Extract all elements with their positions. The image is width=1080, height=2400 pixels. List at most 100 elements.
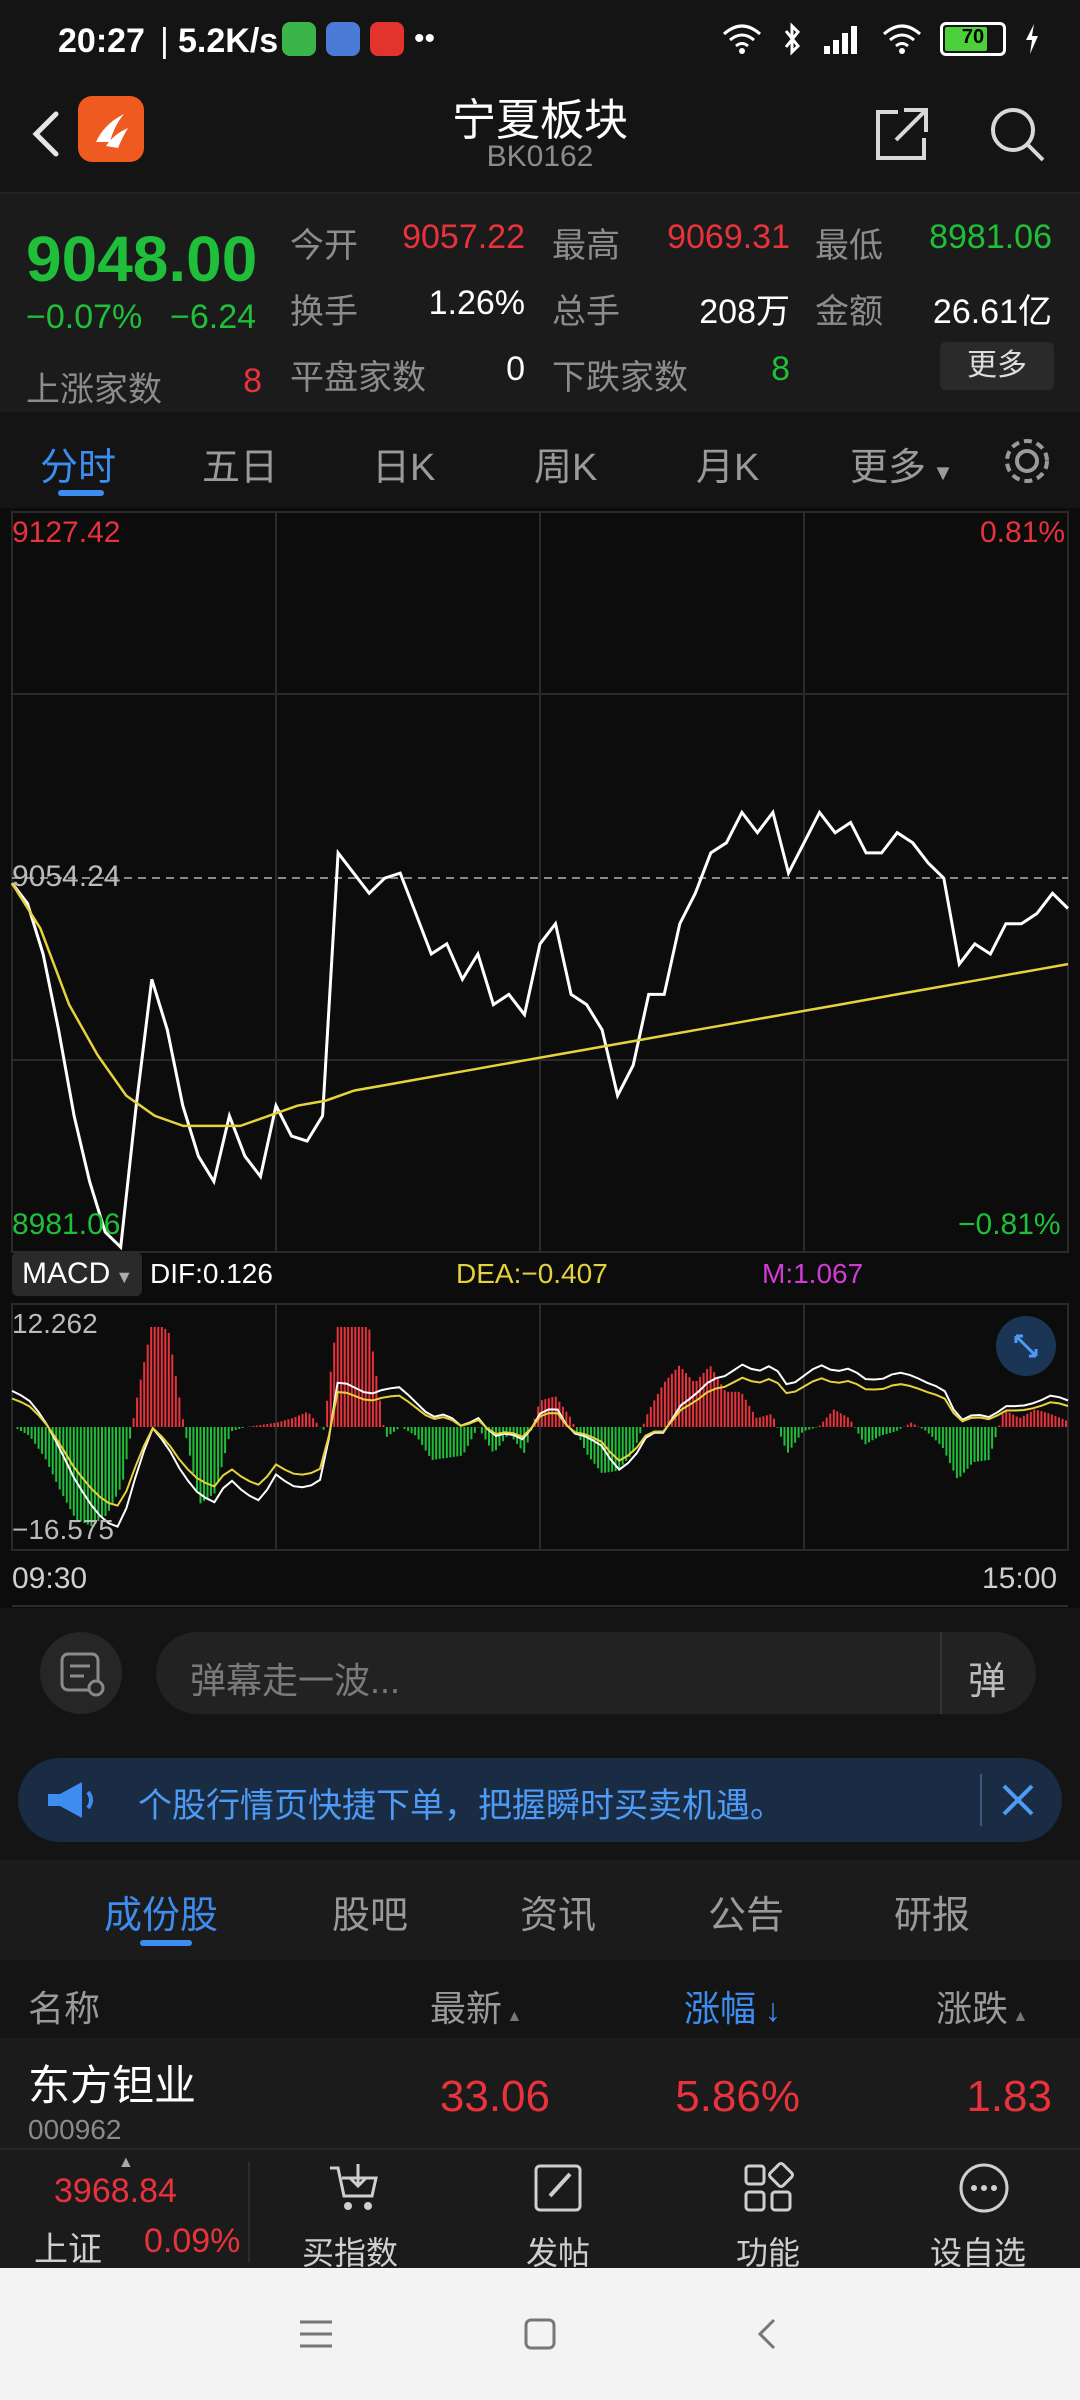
- change-value: −6.24: [170, 298, 257, 336]
- status-time: 20:27: [58, 22, 145, 60]
- open-label: 今开: [290, 227, 358, 265]
- index-ticker[interactable]: ▲ 3968.84 上证 0.09%: [0, 2150, 248, 2270]
- pct-bottom-label: −0.81%: [958, 1208, 1061, 1241]
- tab-announcements[interactable]: 公告: [708, 1884, 784, 1939]
- tab-weekly-k[interactable]: 周K: [534, 436, 597, 491]
- up-count: 8: [243, 362, 262, 400]
- table-row[interactable]: 东方钽业 000962 33.06 5.86% 1.83: [0, 2038, 1080, 2148]
- col-latest[interactable]: 最新 ▲: [430, 1980, 522, 2032]
- sort-desc-icon: ↓: [756, 1992, 781, 2028]
- chart-settings-icon[interactable]: [1000, 434, 1054, 488]
- tab-more[interactable]: 更多 ▼: [850, 436, 954, 491]
- megaphone-icon: [48, 1782, 93, 1818]
- more-notifications: ••: [414, 22, 436, 55]
- share-icon[interactable]: [870, 102, 934, 166]
- tab-research[interactable]: 研报: [894, 1884, 970, 1939]
- tab-daily-k[interactable]: 日K: [372, 436, 435, 491]
- bottom-divider: [248, 2162, 250, 2262]
- tab-constituents[interactable]: 成份股: [104, 1884, 218, 1939]
- bluetooth-icon: [784, 22, 801, 56]
- tab-more-label: 更多: [850, 447, 927, 489]
- down-count-label: 下跌家数: [552, 359, 688, 397]
- flat-count: 0: [506, 350, 525, 388]
- select-chevron-icon: ▼: [110, 1267, 134, 1287]
- back-nav-icon[interactable]: [748, 2314, 788, 2354]
- col-pct-label: 涨幅: [684, 1988, 757, 2029]
- notice-text: 个股行情页快捷下单，把握瞬时买卖机遇。: [138, 1787, 784, 1825]
- charging-icon: [1026, 24, 1038, 54]
- chat-app-icon: [282, 22, 316, 56]
- system-nav-bar: [0, 2268, 1080, 2400]
- more-quote-button[interactable]: 更多: [940, 342, 1054, 390]
- dropdown-triangle-icon: ▼: [926, 460, 954, 485]
- active-list-tab-indicator: [140, 1940, 192, 1946]
- expand-chart-button[interactable]: [996, 1316, 1056, 1376]
- tab-intraday[interactable]: 分时: [40, 436, 116, 491]
- edit-icon: [534, 2164, 582, 2212]
- header: 宁夏板块 BK0162: [0, 84, 1080, 192]
- wifi-icon: [723, 24, 761, 54]
- macd-bottom-label: −16.575: [12, 1514, 114, 1545]
- index-value: 3968.84: [54, 2172, 177, 2210]
- cart-icon: [330, 2164, 378, 2210]
- current-price: 9048.00: [26, 223, 258, 295]
- barrage-toggle[interactable]: 弹: [940, 1632, 1038, 1714]
- wifi-2-icon: [883, 24, 921, 54]
- flat-count-label: 平盘家数: [290, 359, 426, 397]
- menu-icon[interactable]: [296, 2314, 336, 2354]
- buy-index-button[interactable]: 买指数: [280, 2150, 430, 2271]
- status-separator: |: [160, 22, 169, 60]
- close-icon[interactable]: [998, 1780, 1038, 1820]
- barrage-placeholder: 弹幕走一波...: [190, 1660, 401, 1701]
- low-label: 最低: [815, 227, 883, 265]
- time-start-label: 09:30: [12, 1562, 88, 1595]
- functions-button[interactable]: 功能: [700, 2150, 840, 2271]
- post-button[interactable]: 发帖: [490, 2150, 630, 2271]
- grid-icon: [744, 2162, 794, 2212]
- notice-banner[interactable]: 个股行情页快捷下单，把握瞬时买卖机遇。: [18, 1758, 1062, 1842]
- turnover-label: 换手: [290, 293, 358, 331]
- battery-level: 70: [961, 26, 985, 48]
- col-change-label: 涨跌: [936, 1988, 1009, 2029]
- col-change[interactable]: 涨跌 ▲: [936, 1980, 1028, 2032]
- sort-icon: ▲: [1008, 2008, 1029, 2025]
- indicator-select-value: MACD: [22, 1257, 111, 1290]
- indicator-select[interactable]: MACD ▼: [12, 1252, 142, 1296]
- col-latest-label: 最新: [430, 1988, 503, 2029]
- index-pct: 0.09%: [144, 2222, 241, 2260]
- macd-top-label: 12.262: [12, 1308, 98, 1339]
- open-value: 9057.22: [402, 218, 525, 256]
- quote-panel: 9048.00 −0.07% −6.24 上涨家数 8 今开 9057.22 最…: [0, 192, 1080, 416]
- expand-icon: [1014, 1334, 1038, 1358]
- down-count: 8: [771, 350, 790, 388]
- list-tabs: 成份股 股吧 资讯 公告 研报: [0, 1860, 1080, 1960]
- ticker-up-icon: ▲: [118, 2154, 134, 2171]
- intraday-chart[interactable]: 9127.42 0.81% 9054.24 8981.06 −0.81% MAC…: [0, 508, 1080, 1608]
- index-name: 上证: [34, 2231, 102, 2269]
- stock-pct: 5.86%: [675, 2072, 800, 2121]
- battery-icon: 70: [940, 22, 1006, 56]
- signal-icon: [824, 26, 857, 54]
- change-percent: −0.07%: [26, 298, 143, 336]
- bottom-bar: ▲ 3968.84 上证 0.09% 买指数 发帖 功能 设自选: [0, 2148, 1080, 2271]
- settings-app-icon: [326, 22, 360, 56]
- col-pct[interactable]: 涨幅 ↓: [684, 1980, 781, 2032]
- col-name: 名称: [28, 1988, 101, 2029]
- search-icon[interactable]: [985, 102, 1049, 166]
- up-count-label: 上涨家数: [26, 371, 162, 409]
- home-icon[interactable]: [520, 2314, 560, 2354]
- high-value: 9069.31: [667, 218, 790, 256]
- turnover-value: 1.26%: [428, 284, 525, 322]
- macd-dea: DEA:−0.407: [456, 1258, 608, 1289]
- add-watchlist-button[interactable]: 设自选: [910, 2150, 1060, 2271]
- tab-monthly-k[interactable]: 月K: [696, 436, 759, 491]
- barrage-toggle-label: 弹: [968, 1661, 1007, 1703]
- stock-change: 1.83: [966, 2072, 1052, 2121]
- high-label: 最高: [552, 227, 620, 265]
- tab-five-day[interactable]: 五日: [202, 436, 278, 491]
- stock-name: 东方钽业: [28, 2062, 197, 2109]
- tab-news[interactable]: 资讯: [520, 1884, 596, 1939]
- barrage-list-button[interactable]: [40, 1632, 122, 1714]
- tab-forum[interactable]: 股吧: [332, 1884, 408, 1939]
- low-value: 8981.06: [929, 218, 1052, 256]
